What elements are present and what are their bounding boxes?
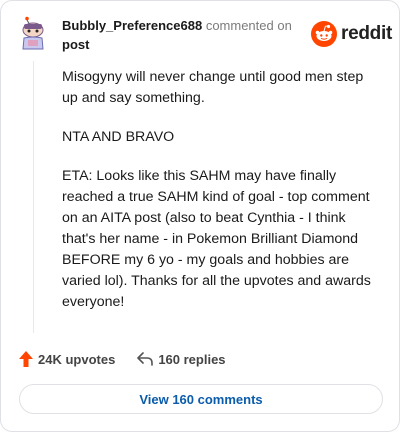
- comment-body: Misogyny will never change until good me…: [62, 67, 374, 331]
- comment-paragraph-1: Misogyny will never change until good me…: [62, 69, 364, 106]
- comment-embed-card: Bubbly_Preference688 commented on post r…: [0, 0, 400, 432]
- comment-paragraph-3: ETA: Looks like this SAHM may have final…: [62, 168, 371, 310]
- comment-header: Bubbly_Preference688 commented on post: [62, 17, 302, 53]
- upvote-button[interactable]: 24K upvotes: [19, 351, 115, 367]
- view-comments-button[interactable]: View 160 comments: [19, 384, 383, 414]
- upvote-count: 24K upvotes: [38, 351, 116, 367]
- comment-paragraph-2: NTA AND BRAVO: [62, 129, 175, 145]
- avatar[interactable]: [19, 16, 47, 50]
- post-link[interactable]: post: [62, 36, 302, 53]
- reply-arrow-icon: [137, 352, 154, 366]
- commented-on-text: commented on: [205, 18, 292, 33]
- replies-button[interactable]: 160 replies: [137, 351, 226, 367]
- replies-count: 160 replies: [158, 351, 226, 367]
- reddit-logo[interactable]: reddit: [311, 21, 392, 47]
- comment-actions: 24K upvotes 160 replies: [19, 350, 226, 368]
- reddit-alien-icon: [311, 21, 337, 47]
- upvote-arrow-icon: [19, 351, 33, 367]
- reddit-wordmark: reddit: [341, 23, 392, 44]
- thread-line: [33, 61, 34, 333]
- username-link[interactable]: Bubbly_Preference688: [62, 18, 202, 33]
